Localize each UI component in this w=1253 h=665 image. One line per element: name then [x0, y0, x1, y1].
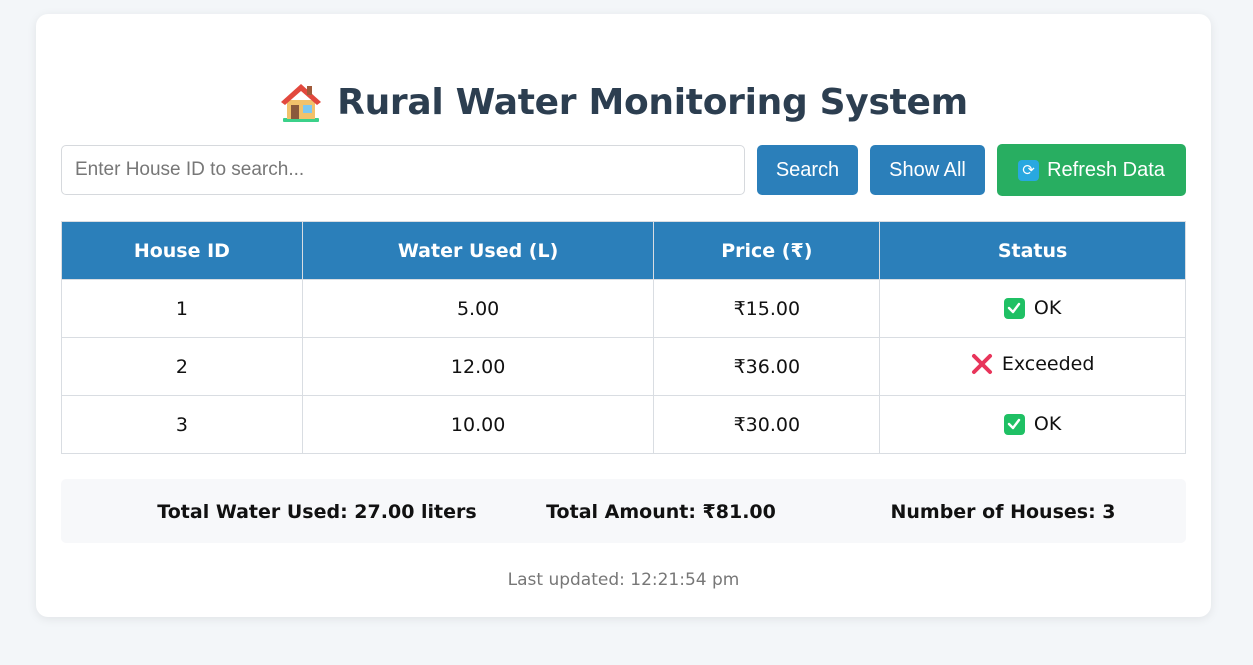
status-cell: OK [879, 279, 1186, 338]
page-title: Rural Water Monitoring System [36, 80, 1211, 124]
status-cell: OK [879, 395, 1186, 454]
usage-table: House ID Water Used (L) Price (₹) Status… [61, 221, 1186, 454]
search-input[interactable] [61, 145, 745, 195]
main-card: Rural Water Monitoring System Search Sho… [36, 14, 1211, 617]
summary-panel: Total Water Used: 27.00 liters Total Amo… [61, 479, 1186, 543]
status-text: OK [1033, 413, 1062, 435]
search-button[interactable]: Search [757, 145, 858, 195]
house-id-cell: 2 [61, 337, 303, 396]
table-row: 1 5.00 ₹15.00 OK [61, 279, 1186, 338]
last-updated: Last updated: 12:21:54 pm [507, 570, 740, 590]
column-header-water-used: Water Used (L) [301, 221, 655, 280]
table-header-row: House ID Water Used (L) Price (₹) Status [61, 221, 1186, 280]
price-cell: ₹30.00 [653, 395, 881, 454]
table-row: 2 12.00 ₹36.00 Exceeded [61, 337, 1186, 396]
number-of-houses: Number of Houses: 3 [890, 501, 1116, 523]
check-icon [1003, 297, 1025, 319]
house-icon [281, 84, 322, 122]
status-text: Exceeded [1001, 353, 1095, 375]
house-id-cell: 1 [61, 279, 303, 338]
water-used-cell: 12.00 [301, 337, 655, 396]
total-amount: Total Amount: ₹81.00 [546, 501, 776, 523]
price-cell: ₹15.00 [653, 279, 881, 338]
column-header-house-id: House ID [61, 221, 303, 280]
column-header-status: Status [879, 221, 1186, 280]
table-row: 3 10.00 ₹30.00 OK [61, 395, 1186, 454]
check-icon [1003, 413, 1025, 435]
price-cell: ₹36.00 [653, 337, 881, 396]
page-title-text: Rural Water Monitoring System [337, 81, 968, 123]
status-text: OK [1033, 297, 1062, 319]
status-cell: Exceeded [879, 337, 1186, 396]
cross-icon [971, 354, 992, 374]
refresh-icon: ⟳ [1018, 159, 1040, 181]
house-id-cell: 3 [61, 395, 303, 454]
water-used-cell: 5.00 [301, 279, 655, 338]
column-header-price: Price (₹) [653, 221, 881, 280]
water-used-cell: 10.00 [301, 395, 655, 454]
show-all-button[interactable]: Show All [870, 145, 985, 195]
refresh-data-button[interactable]: ⟳ Refresh Data [997, 144, 1186, 196]
search-toolbar: Search Show All ⟳ Refresh Data [61, 144, 1186, 196]
total-water-used: Total Water Used: 27.00 liters [157, 501, 477, 523]
